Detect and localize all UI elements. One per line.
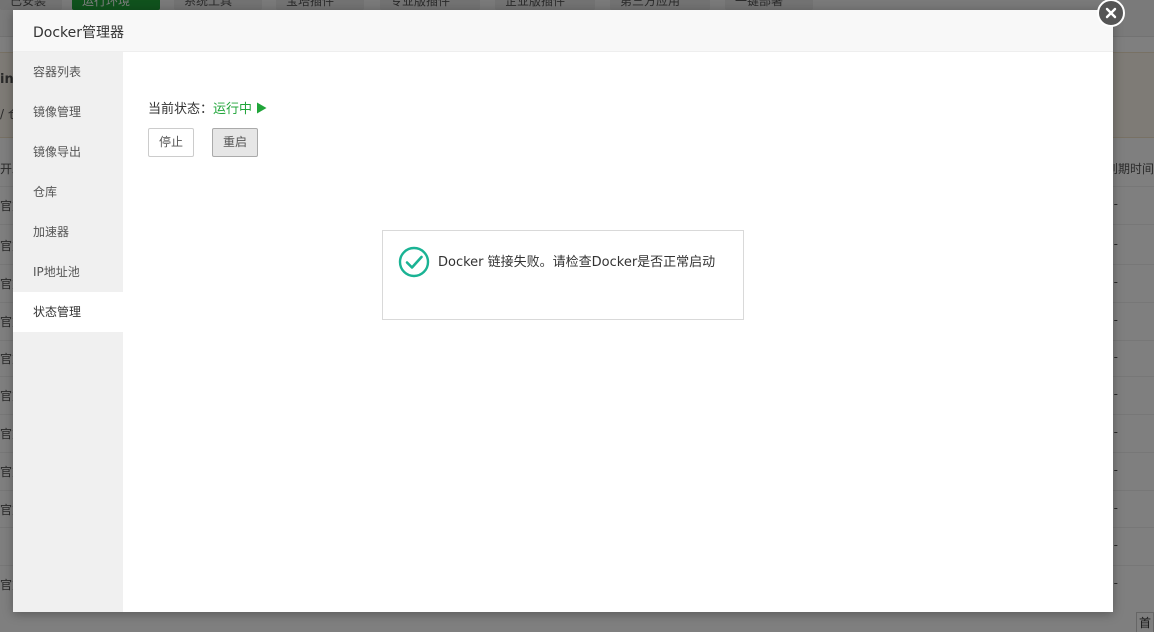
stop-button[interactable]: 停止 [148, 128, 194, 157]
restart-button[interactable]: 重启 [212, 128, 258, 157]
dialog-sidebar: 容器列表 镜像管理 镜像导出 仓库 加速器 IP地址池 状态管理 [13, 52, 123, 612]
dialog-header: Docker管理器 [13, 10, 1113, 52]
close-icon [1105, 7, 1117, 19]
docker-manager-dialog: Docker管理器 容器列表 镜像管理 镜像导出 仓库 加速器 IP地址池 状态… [13, 0, 1125, 612]
dialog-content: 当前状态：运行中 停止 重启 Docker 链接失败。请检查Docker是否正常… [123, 52, 1113, 612]
status-label: 当前状态： [148, 102, 214, 117]
dialog-title: Docker管理器 [33, 25, 125, 41]
message-text: Docker 链接失败。请检查Docker是否正常启动 [438, 255, 716, 270]
status-line: 当前状态：运行中 [148, 98, 267, 117]
sidebar-item-image-export[interactable]: 镜像导出 [13, 132, 123, 172]
play-icon [257, 102, 267, 114]
check-circle-icon [398, 246, 430, 278]
message-toast: Docker 链接失败。请检查Docker是否正常启动 [382, 230, 744, 320]
sidebar-item-accelerator[interactable]: 加速器 [13, 212, 123, 252]
sidebar-item-repository[interactable]: 仓库 [13, 172, 123, 212]
sidebar-item-containers[interactable]: 容器列表 [13, 52, 123, 92]
close-button[interactable] [1097, 0, 1125, 27]
sidebar-item-ip-pool[interactable]: IP地址池 [13, 252, 123, 292]
sidebar-item-status[interactable]: 状态管理 [13, 292, 123, 332]
sidebar-item-images[interactable]: 镜像管理 [13, 92, 123, 132]
status-value: 运行中 [213, 102, 253, 117]
